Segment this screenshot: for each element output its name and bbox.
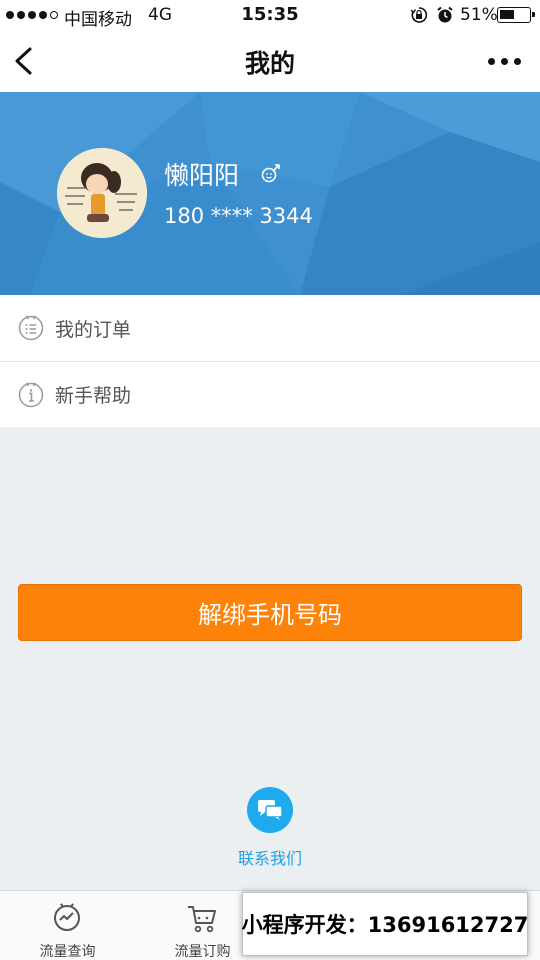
unbind-phone-button[interactable]: 解绑手机号码 <box>18 584 522 641</box>
list-icon <box>18 315 44 341</box>
more-options-icon[interactable] <box>488 58 521 65</box>
battery-icon <box>497 7 535 23</box>
menu-item-label: 我的订单 <box>55 318 132 341</box>
avatar[interactable] <box>57 148 147 238</box>
info-icon <box>18 381 44 407</box>
avatar-image <box>57 148 147 238</box>
male-gender-icon <box>261 164 280 183</box>
tab-traffic-query[interactable]: 流量查询 <box>0 891 135 960</box>
profile-header: 懒阳阳 180 **** 3344 <box>0 92 540 295</box>
status-bar: 中国移动 4G 15:35 51% <box>0 0 540 30</box>
tab-label: 流量查询 <box>39 944 96 960</box>
alarm-icon <box>437 6 453 23</box>
chat-bubbles-icon[interactable] <box>247 787 293 833</box>
menu-list: 我的订单 新手帮助 <box>0 295 540 427</box>
battery-percent: 51% <box>460 5 498 25</box>
promo-banner: 小程序开发：13691612727 <box>242 892 528 956</box>
chat-bubbles-glyph <box>258 800 283 820</box>
gauge-icon <box>54 903 80 931</box>
status-time: 15:35 <box>241 4 299 25</box>
menu-item-beginner-help[interactable]: 新手帮助 <box>0 361 540 427</box>
user-name: 懒阳阳 <box>164 161 240 190</box>
rotation-lock-icon <box>410 7 428 23</box>
contact-us-link[interactable]: 联系我们 <box>0 845 540 869</box>
cart-icon <box>188 906 216 933</box>
promo-text: 小程序开发：13691612727 <box>241 913 529 937</box>
nav-bar: 我的 <box>0 30 540 92</box>
menu-item-label: 新手帮助 <box>55 385 132 407</box>
page-title: 我的 <box>244 49 295 78</box>
user-phone: 180 **** 3344 <box>164 204 313 228</box>
menu-item-my-orders[interactable]: 我的订单 <box>0 295 540 361</box>
